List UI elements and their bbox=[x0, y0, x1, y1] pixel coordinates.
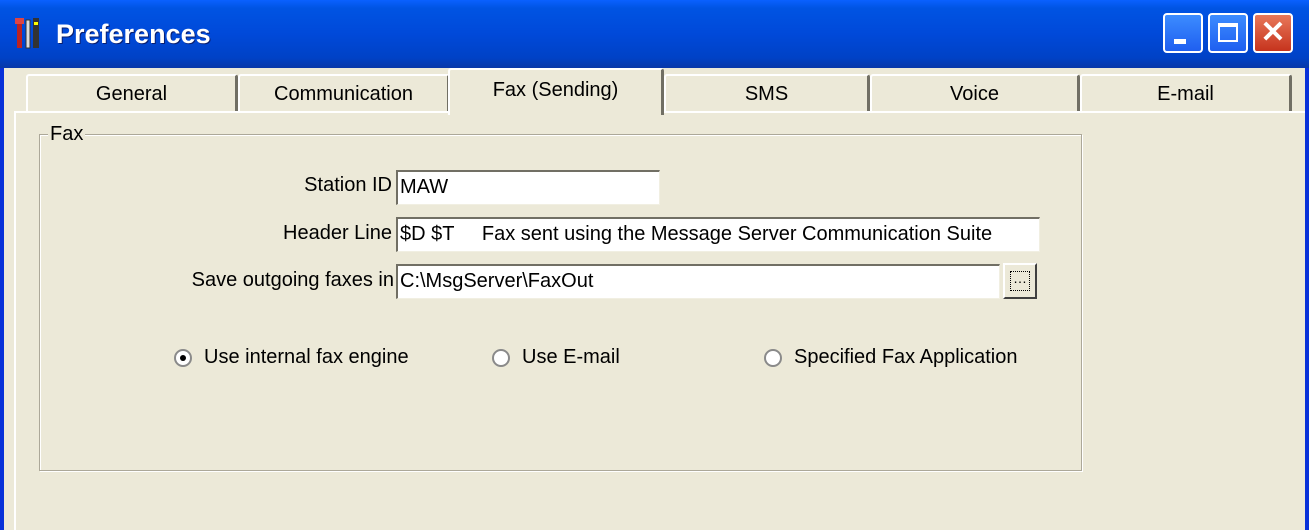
tab-voice[interactable]: Voice bbox=[870, 74, 1080, 112]
tab-strip: General Communication Fax (Sending) SMS … bbox=[4, 68, 1305, 115]
radio-internal-engine-label[interactable]: Use internal fax engine bbox=[204, 346, 409, 369]
radio-fax-application[interactable] bbox=[764, 349, 782, 367]
window-title: Preferences bbox=[56, 19, 211, 49]
radio-fax-application-label[interactable]: Specified Fax Application bbox=[794, 346, 1017, 369]
tab-fax-sending[interactable]: Fax (Sending) bbox=[448, 68, 664, 115]
header-line-label: Header Line bbox=[283, 222, 392, 244]
maximize-icon bbox=[1218, 23, 1238, 42]
tab-sms[interactable]: SMS bbox=[664, 74, 870, 112]
preferences-window: Preferences ✕ General Communication Fax … bbox=[0, 0, 1309, 530]
minimize-icon bbox=[1174, 39, 1186, 44]
close-icon: ✕ bbox=[1260, 16, 1286, 49]
save-outgoing-field[interactable]: C:\MsgServer\FaxOut bbox=[396, 264, 1000, 299]
header-line-field[interactable]: $D $T Fax sent using the Message Server … bbox=[396, 217, 1040, 252]
radio-use-email[interactable] bbox=[492, 349, 510, 367]
station-id-label: Station ID bbox=[304, 174, 392, 196]
tools-icon bbox=[15, 18, 39, 49]
station-id-field[interactable]: MAW bbox=[396, 170, 660, 205]
close-button[interactable]: ✕ bbox=[1253, 13, 1293, 53]
browse-folder-button[interactable]: … bbox=[1003, 263, 1037, 299]
radio-internal-engine[interactable] bbox=[174, 349, 192, 367]
save-outgoing-label: Save outgoing faxes in bbox=[191, 269, 394, 291]
fax-group-label: Fax bbox=[48, 123, 86, 146]
tab-communication[interactable]: Communication bbox=[238, 74, 450, 112]
title-bar[interactable]: Preferences ✕ bbox=[0, 0, 1309, 68]
maximize-button[interactable] bbox=[1208, 13, 1248, 53]
minimize-button[interactable] bbox=[1163, 13, 1203, 53]
ellipsis-icon: … bbox=[1010, 271, 1030, 291]
tab-email[interactable]: E-mail bbox=[1080, 74, 1292, 112]
radio-use-email-label[interactable]: Use E-mail bbox=[522, 346, 620, 369]
tab-general[interactable]: General bbox=[26, 74, 238, 112]
